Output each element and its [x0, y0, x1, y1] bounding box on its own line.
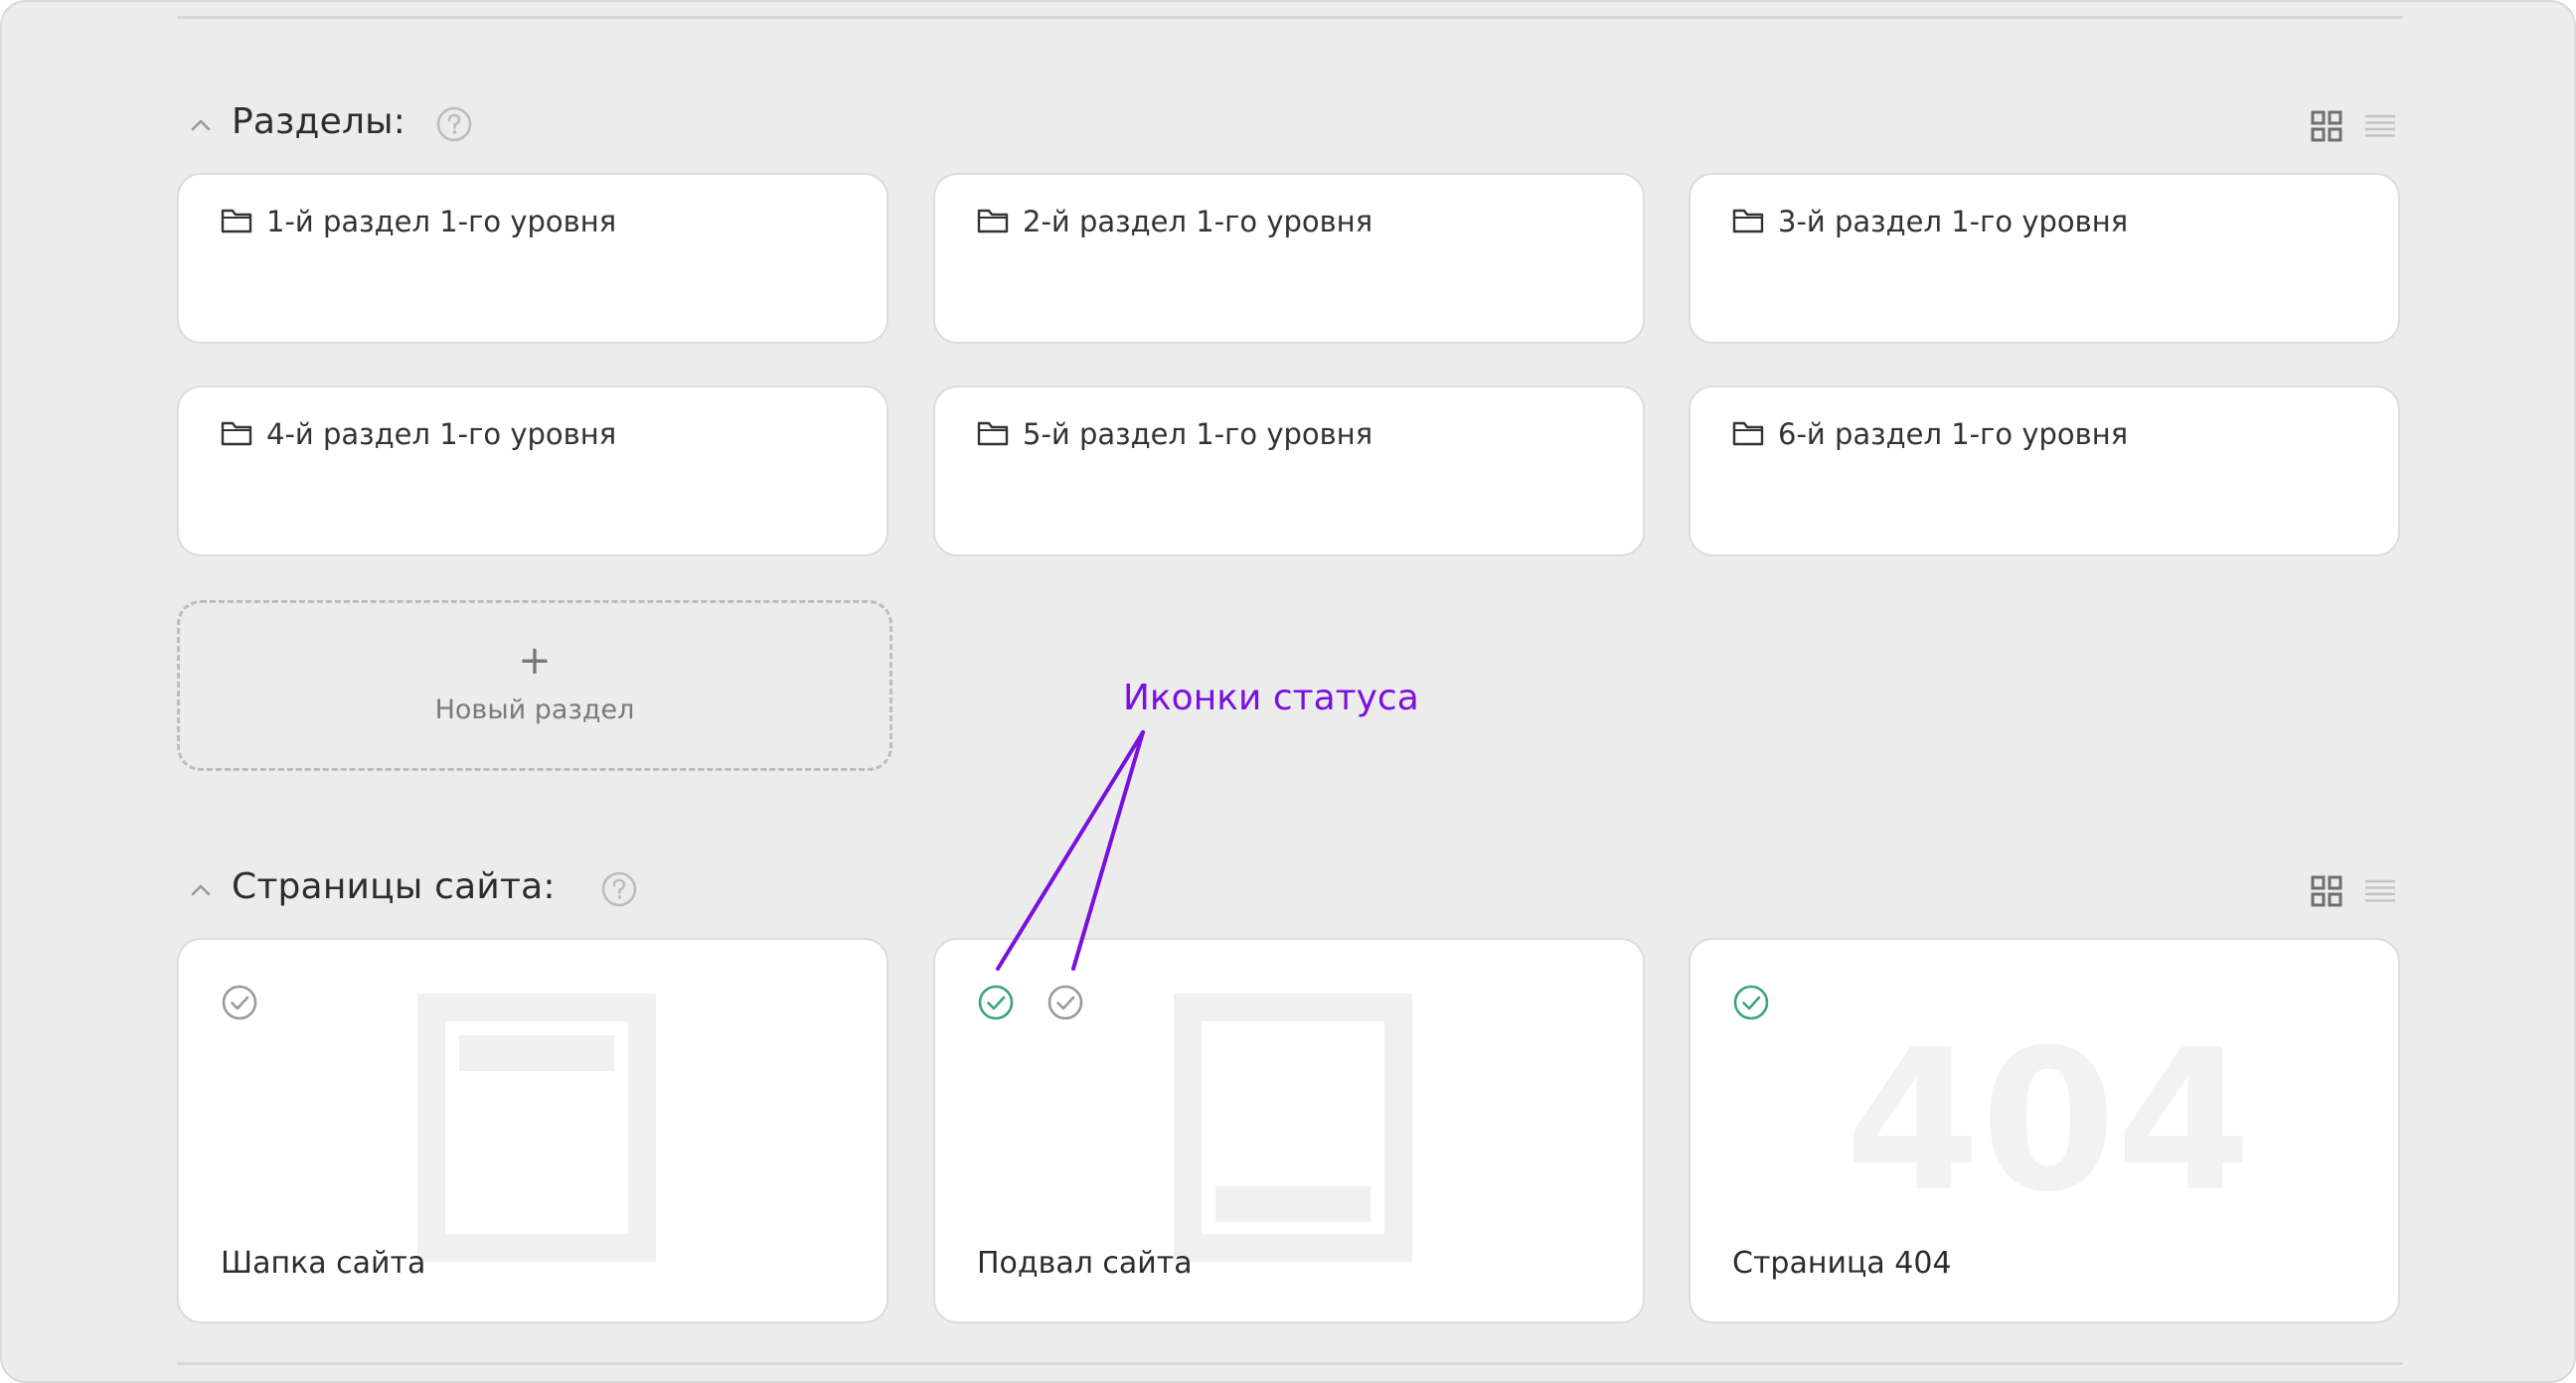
section-card[interactable]: 1-й раздел 1-го уровня: [177, 173, 888, 344]
pages-header: Страницы сайта:: [177, 860, 2403, 920]
page-card[interactable]: 404 Страница 404: [1689, 938, 2400, 1323]
section-card[interactable]: 4-й раздел 1-го уровня: [177, 385, 888, 556]
top-divider: [177, 16, 2403, 19]
status-inactive-icon[interactable]: [221, 984, 258, 1021]
page-card-label: Страница 404: [1732, 1246, 1952, 1281]
page-card-label: Шапка сайта: [221, 1246, 426, 1281]
sections-header: Разделы:: [177, 95, 2403, 155]
section-card-label: 3-й раздел 1-го уровня: [1778, 205, 2129, 238]
list-view-icon[interactable]: [2363, 109, 2397, 143]
plus-icon: +: [518, 638, 552, 684]
section-card-label: 4-й раздел 1-го уровня: [266, 417, 617, 451]
question-circle-icon[interactable]: [600, 870, 638, 908]
section-card[interactable]: 5-й раздел 1-го уровня: [933, 385, 1645, 556]
annotation-label: Иконки статуса: [1123, 678, 1419, 718]
app-frame: Разделы: 1-й раздел 1-го уровня 2-й разд…: [0, 0, 2576, 1383]
page-card[interactable]: Шапка сайта: [177, 938, 888, 1323]
bottom-divider: [177, 1362, 2403, 1365]
section-card[interactable]: 2-й раздел 1-го уровня: [933, 173, 1645, 344]
section-card[interactable]: 6-й раздел 1-го уровня: [1689, 385, 2400, 556]
new-section-button[interactable]: + Новый раздел: [177, 600, 892, 771]
status-inactive-icon[interactable]: [1046, 984, 1084, 1021]
folder-icon: [221, 421, 252, 446]
404-watermark: 404: [1845, 1019, 2251, 1218]
chevron-up-icon[interactable]: [187, 111, 215, 139]
grid-view-icon[interactable]: [2310, 109, 2343, 143]
folder-icon: [977, 209, 1009, 233]
section-card-label: 5-й раздел 1-го уровня: [1023, 417, 1373, 451]
section-card-label: 2-й раздел 1-го уровня: [1023, 205, 1373, 238]
folder-icon: [1732, 421, 1764, 446]
sections-title: Разделы:: [232, 101, 406, 142]
page-card-label: Подвал сайта: [977, 1246, 1193, 1281]
pages-title: Страницы сайта:: [232, 866, 556, 907]
folder-icon: [1732, 209, 1764, 233]
section-card-label: 1-й раздел 1-го уровня: [266, 205, 617, 238]
page-card[interactable]: Подвал сайта: [933, 938, 1645, 1323]
list-view-icon[interactable]: [2363, 874, 2397, 908]
404-watermark-text: 404: [1845, 1019, 2251, 1218]
status-active-icon[interactable]: [1732, 984, 1770, 1021]
folder-icon: [221, 209, 252, 233]
header-template-icon: [417, 994, 656, 1262]
folder-icon: [977, 421, 1009, 446]
chevron-up-icon[interactable]: [187, 876, 215, 904]
new-section-label: Новый раздел: [434, 694, 635, 725]
footer-template-icon: [1174, 994, 1412, 1262]
question-circle-icon[interactable]: [435, 105, 473, 143]
section-card[interactable]: 3-й раздел 1-го уровня: [1689, 173, 2400, 344]
section-card-label: 6-й раздел 1-го уровня: [1778, 417, 2129, 451]
status-active-icon[interactable]: [977, 984, 1015, 1021]
grid-view-icon[interactable]: [2310, 874, 2343, 908]
